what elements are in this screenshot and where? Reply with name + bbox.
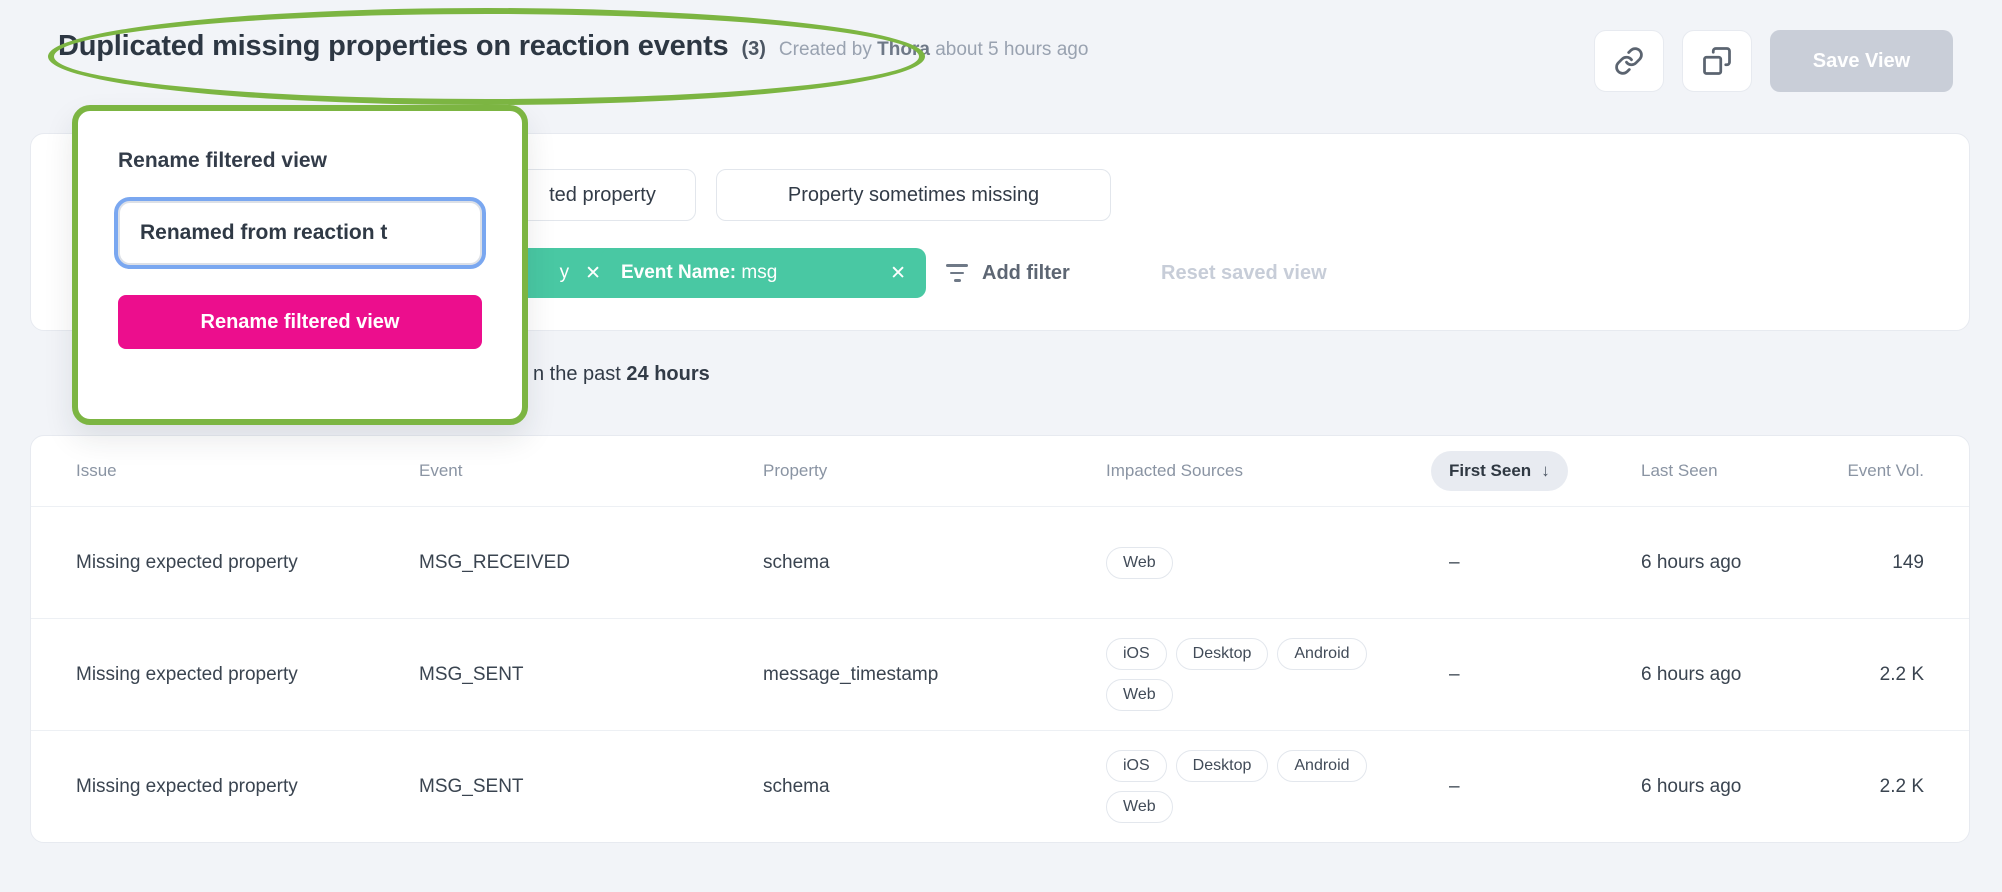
source-pill: Web xyxy=(1106,547,1173,579)
duplicate-view-button[interactable] xyxy=(1682,30,1752,92)
table-row[interactable]: Missing expected property MSG_RECEIVED s… xyxy=(31,506,1969,618)
col-header-first-seen: First Seen ↓ xyxy=(1431,451,1641,491)
issue-type-chip-property-sometimes-missing[interactable]: Property sometimes missing xyxy=(716,169,1111,221)
rename-popover: Rename filtered view Rename filtered vie… xyxy=(72,105,528,425)
source-pill: Web xyxy=(1106,791,1173,823)
remove-filter-icon[interactable]: ✕ xyxy=(585,262,601,285)
col-header-last-seen[interactable]: Last Seen xyxy=(1641,461,1801,481)
sort-desc-icon: ↓ xyxy=(1541,461,1550,481)
source-pill: Desktop xyxy=(1176,750,1269,782)
created-by-name: Thora xyxy=(877,39,930,60)
col-header-issue[interactable]: Issue xyxy=(76,461,419,481)
save-view-button[interactable]: Save View xyxy=(1770,30,1953,92)
table-header: Issue Event Property Impacted Sources Fi… xyxy=(31,436,1969,506)
source-pill: iOS xyxy=(1106,750,1167,782)
issue-type-chip-partial[interactable]: ted property xyxy=(509,169,696,221)
cell-first-seen: – xyxy=(1431,664,1641,686)
cell-last-seen: 6 hours ago xyxy=(1641,664,1801,686)
cell-impacted-sources: iOS DesktopAndroid Web xyxy=(1106,638,1431,711)
rename-filtered-view-button[interactable]: Rename filtered view xyxy=(118,295,482,349)
sort-first-seen-button[interactable]: First Seen ↓ xyxy=(1431,451,1568,491)
cell-first-seen: – xyxy=(1431,552,1641,574)
cell-event-vol: 2.2 K xyxy=(1801,664,1924,686)
cell-issue: Missing expected property xyxy=(76,776,419,798)
filter-tag-label: Event Name: msg xyxy=(621,262,777,284)
cell-event: MSG_SENT xyxy=(419,776,763,798)
issue-count-badge: (3) xyxy=(741,38,765,61)
cell-event-vol: 2.2 K xyxy=(1801,776,1924,798)
filter-tag-event-name[interactable]: Event Name: msg ✕ xyxy=(601,248,926,298)
col-header-event-vol[interactable]: Event Vol. xyxy=(1801,461,1924,481)
cell-impacted-sources: Web xyxy=(1106,547,1431,579)
cell-event: MSG_SENT xyxy=(419,664,763,686)
cell-first-seen: – xyxy=(1431,776,1641,798)
table-row[interactable]: Missing expected property MSG_SENT messa… xyxy=(31,618,1969,730)
table-body: Missing expected property MSG_RECEIVED s… xyxy=(31,506,1969,842)
copy-icon xyxy=(1702,46,1732,76)
cell-last-seen: 6 hours ago xyxy=(1641,552,1801,574)
col-header-property[interactable]: Property xyxy=(763,461,1106,481)
cell-property: message_timestamp xyxy=(763,664,1106,686)
cell-property: schema xyxy=(763,776,1106,798)
source-pill: iOS xyxy=(1106,638,1167,670)
col-header-event[interactable]: Event xyxy=(419,461,763,481)
filter-tag-label: y xyxy=(560,262,570,284)
source-pill: Web xyxy=(1106,679,1173,711)
remove-filter-icon[interactable]: ✕ xyxy=(890,262,906,285)
cell-issue: Missing expected property xyxy=(76,664,419,686)
page-header: Duplicated missing properties on reactio… xyxy=(58,30,1088,63)
link-icon xyxy=(1614,46,1644,76)
header-actions: Save View xyxy=(1594,30,1953,92)
view-name-input[interactable] xyxy=(118,201,482,265)
created-by-prefix: Created by xyxy=(779,39,872,60)
cell-impacted-sources: iOS DesktopAndroid Web xyxy=(1106,750,1431,823)
cell-event: MSG_RECEIVED xyxy=(419,552,763,574)
source-pill: Desktop xyxy=(1176,638,1269,670)
add-filter-label: Add filter xyxy=(982,262,1070,285)
cell-last-seen: 6 hours ago xyxy=(1641,776,1801,798)
cell-event-vol: 149 xyxy=(1801,552,1924,574)
table-row[interactable]: Missing expected property MSG_SENT schem… xyxy=(31,730,1969,842)
add-filter-button[interactable]: Add filter xyxy=(946,248,1070,298)
issues-table: Issue Event Property Impacted Sources Fi… xyxy=(30,435,1970,843)
col-header-impacted-sources[interactable]: Impacted Sources xyxy=(1106,461,1431,481)
created-by-text: Created by Thora about 5 hours ago xyxy=(779,39,1088,61)
summary-range: 24 hours xyxy=(626,363,709,385)
created-by-timestamp: about 5 hours ago xyxy=(935,39,1088,60)
first-seen-label: First Seen xyxy=(1449,461,1531,481)
filter-icon xyxy=(946,264,968,282)
cell-issue: Missing expected property xyxy=(76,552,419,574)
issues-summary: n the past 24 hours xyxy=(533,363,710,386)
copy-link-button[interactable] xyxy=(1594,30,1664,92)
source-pill: Android xyxy=(1277,638,1366,670)
page-title: Duplicated missing properties on reactio… xyxy=(58,30,728,63)
app-root: Duplicated missing properties on reactio… xyxy=(0,0,2002,892)
cell-property: schema xyxy=(763,552,1106,574)
popover-title: Rename filtered view xyxy=(118,149,482,173)
summary-prefix: n the past xyxy=(533,363,626,385)
reset-saved-view-button[interactable]: Reset saved view xyxy=(1161,248,1327,298)
source-pill: Android xyxy=(1277,750,1366,782)
